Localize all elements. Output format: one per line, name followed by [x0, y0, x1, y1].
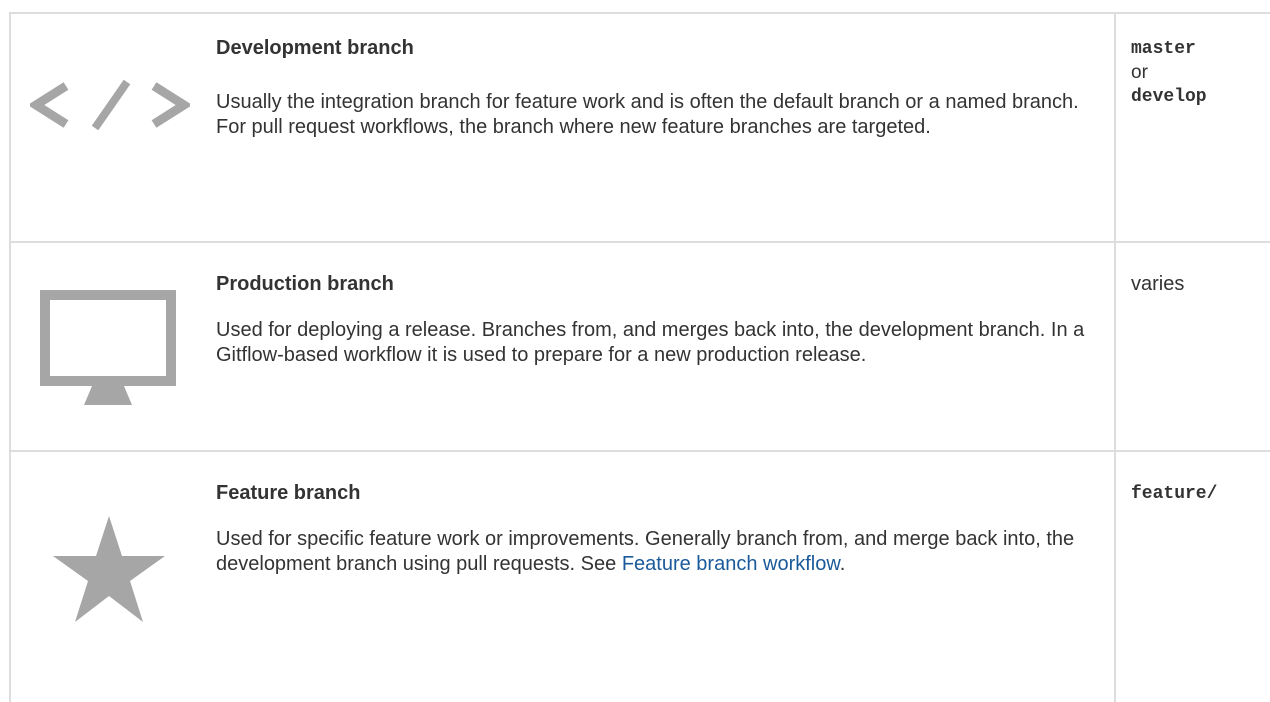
feature-branch-workflow-link[interactable]: Feature branch workflow: [622, 553, 840, 575]
row-title: Production branch: [216, 273, 394, 295]
branch-name-separator: or: [1131, 62, 1148, 83]
row-title: Feature branch: [216, 482, 361, 504]
monitor-icon: [40, 290, 176, 408]
row-title: Development branch: [216, 37, 414, 59]
row-description: Used for deploying a release. Branches f…: [216, 319, 1085, 366]
row-description-end: .: [839, 553, 846, 575]
row-description: Used for specific feature work or improv…: [216, 527, 1086, 577]
branch-name-code: feature/: [1131, 484, 1218, 504]
row-description: Usually the integration branch for featu…: [216, 91, 1079, 138]
column-divider: [1114, 12, 1116, 702]
branch-name: master or develop: [1131, 37, 1207, 109]
branch-name: varies: [1131, 273, 1185, 295]
table-left-border: [9, 12, 11, 702]
code-icon: [27, 79, 193, 131]
row-divider: [9, 241, 1270, 243]
branch-name-code: master: [1131, 39, 1196, 59]
branch-name-code: develop: [1131, 87, 1207, 107]
row-divider: [9, 450, 1270, 452]
star-icon: [53, 516, 165, 622]
branch-types-table: Development branch Usually the integrati…: [0, 0, 1270, 702]
table-top-border: [9, 12, 1270, 14]
branch-name: feature/: [1131, 482, 1217, 506]
